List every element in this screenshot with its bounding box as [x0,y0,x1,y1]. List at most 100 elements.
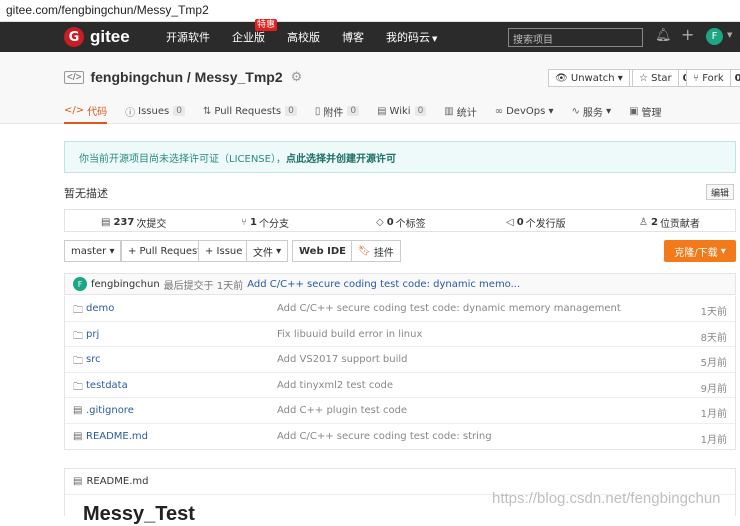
tab-manage[interactable]: ▣ 管理 [629,98,661,124]
avatar[interactable]: F [73,277,87,291]
commit-message-link[interactable]: Add C/C++ secure coding test code: dynam… [247,279,520,290]
readme-filename: README.md [86,476,149,487]
stat-releases[interactable]: ◁ 0 个发行版 [506,215,566,230]
chevron-down-icon: ▾ [273,245,282,257]
file-commit-message[interactable]: Add tinyxml2 test code [277,380,393,391]
fork-button[interactable]: ⑂ Fork 0 [686,69,740,87]
commit-author[interactable]: fengbingchun [91,279,160,290]
new-pull-request-button[interactable]: + Pull Request [121,240,209,262]
nav-open-source[interactable]: 开源软件 [166,29,210,45]
gitee-logo-text: gitee [90,27,130,46]
file-time: 1月前 [700,434,727,446]
widget-button[interactable]: 🔖︎ 挂件 [351,240,401,262]
chevron-down-icon: ▾ [106,245,115,257]
file-name[interactable]: .gitignore [86,405,134,416]
file-icon: ▤ [73,405,83,416]
new-issue-button[interactable]: + Issue [198,240,250,262]
file-name[interactable]: src [86,354,101,365]
file-time: 1天前 [700,307,727,318]
table-row[interactable]: ▤ .gitignore Add C++ plugin test code 1月… [65,398,735,424]
issues-count: 0 [173,106,185,116]
table-row[interactable]: 🗀︎ prj Fix libuuid build error in linux … [65,322,735,347]
user-avatar[interactable]: F [706,28,723,45]
tab-services[interactable]: ∿ 服务 ▾ [572,98,612,124]
latest-commit-bar: F fengbingchun 最后提交于 1天前 Add C/C++ secur… [64,273,736,295]
chevron-down-icon: ▾ [602,105,612,117]
fork-count: 0 [729,70,740,86]
pull-request-icon: ⇅ [202,105,212,117]
folder-icon: 🗀︎ [73,305,83,316]
file-name[interactable]: prj [86,329,99,340]
license-notice-link[interactable]: 点此选择并创建开源许可 [286,150,396,165]
file-menu-button[interactable]: 文件 ▾ [246,240,289,262]
folder-icon: 🗀︎ [73,330,83,342]
nav-my-gitee[interactable]: 我的码云 ▼ [386,29,437,45]
commit-meta: 最后提交于 1天前 [163,280,244,292]
stat-commits[interactable]: ▤ 237 次提交 [101,215,166,230]
file-icon: ▤ [73,430,83,442]
chart-icon: ▥ [444,105,454,117]
attachments-count: 0 [347,106,360,116]
file-commit-message[interactable]: Fix libuuid build error in linux [277,329,422,340]
license-notice: 你当前开源项目尚未选择许可证（LICENSE）， 点此选择并创建开源许可 [64,141,736,173]
attachment-icon: ▯ [314,105,321,117]
branch-icon: ⑂ [241,217,247,228]
web-ide-button[interactable]: Web IDE [292,240,353,262]
repo-header: </> fengbingchun / Messy_Tmp2 ⚙ 👁︎ Unwat… [0,52,740,124]
file-commit-message[interactable]: Add C/C++ secure coding test code: dynam… [277,303,621,314]
chevron-down-icon: ▾ [717,245,726,257]
code-icon: </> [64,104,85,116]
nav-education[interactable]: 高校版 [287,29,320,45]
file-commit-message[interactable]: Add C++ plugin test code [277,405,407,416]
stat-branches[interactable]: ⑂ 1 个分支 [241,215,289,230]
chevron-down-icon: ▾ [545,105,554,117]
file-time: 1月前 [700,409,727,420]
file-name[interactable]: testdata [86,380,128,391]
clone-download-button[interactable]: 克隆/下载 ▾ [664,240,736,262]
repo-name[interactable]: fengbingchun / Messy_Tmp2 [90,69,282,85]
tab-issues[interactable]: ⓘ Issues 0 [125,98,185,124]
file-commit-message[interactable]: Add C/C++ secure coding test code: strin… [277,431,492,442]
gitee-logo[interactable]: G gitee [64,27,130,47]
bookmark-icon: 🔖︎ [358,245,374,257]
tab-devops[interactable]: ∞ DevOps ▾ [495,98,554,124]
file-time: 5月前 [700,358,727,369]
bell-icon[interactable]: 🔔︎ [655,28,672,43]
edit-button[interactable]: 编辑 [706,184,735,200]
unwatch-label: 👁︎ Unwatch ▾ [555,72,623,84]
watermark: https://blog.csdn.net/fengbingchun [492,490,721,507]
table-row[interactable]: 🗀︎ src Add VS2017 support build 5月前 [65,347,735,373]
folder-icon: 🗀︎ [73,356,83,367]
repo-title: </> fengbingchun / Messy_Tmp2 ⚙ [64,69,302,85]
folder-icon: 🗀︎ [73,381,83,393]
chevron-down-icon[interactable]: ▼ [727,31,732,39]
tag-icon: ◇ [376,217,384,228]
tab-pull-requests[interactable]: ⇅ Pull Requests 0 [203,98,297,124]
file-name[interactable]: README.md [86,431,148,442]
tab-stats[interactable]: ▥ 统计 [444,98,476,124]
stat-tags[interactable]: ◇ 0 个标签 [376,215,426,230]
nav-enterprise[interactable]: 企业版 特惠 [232,19,277,45]
nav-blog[interactable]: 博客 [342,29,364,45]
settings-icon[interactable]: ⚙ [291,69,303,85]
branch-select[interactable]: master ▾ [64,240,122,262]
table-row[interactable]: ▤ README.md Add C/C++ secure coding test… [65,424,735,450]
wiki-count: 0 [414,106,427,116]
tab-code[interactable]: </> 代码 [64,98,108,124]
file-name[interactable]: demo [86,303,114,314]
address-bar[interactable]: gitee.com/fengbingchun/Messy_Tmp2 [0,0,740,22]
nav-enterprise-label: 企业版 [232,31,265,44]
repo-tabs: </> 代码 ⓘ Issues 0 ⇅ Pull Requests 0 ▯ 附件 0 ▤ Wik… [64,98,680,124]
table-row[interactable]: 🗀︎ testdata Add tinyxml2 test code 9月前 [65,373,735,398]
stat-contributors[interactable]: ♙ 2 位贡献者 [639,215,700,230]
plus-icon[interactable]: + [681,25,694,44]
file-commit-message[interactable]: Add VS2017 support build [277,354,408,365]
gitee-logo-icon: G [64,27,84,47]
search-input[interactable]: 搜索项目 [508,28,643,47]
table-row[interactable]: 🗀︎ demo Add C/C++ secure coding test cod… [65,296,735,322]
file-list: 🗀︎ demo Add C/C++ secure coding test cod… [64,296,736,450]
tab-wiki[interactable]: ▤ Wiki 0 [377,98,427,124]
file-time: 8天前 [700,332,727,344]
tab-attachments[interactable]: ▯ 附件 0 [314,98,360,124]
license-notice-text: 你当前开源项目尚未选择许可证（LICENSE）， [79,153,286,165]
